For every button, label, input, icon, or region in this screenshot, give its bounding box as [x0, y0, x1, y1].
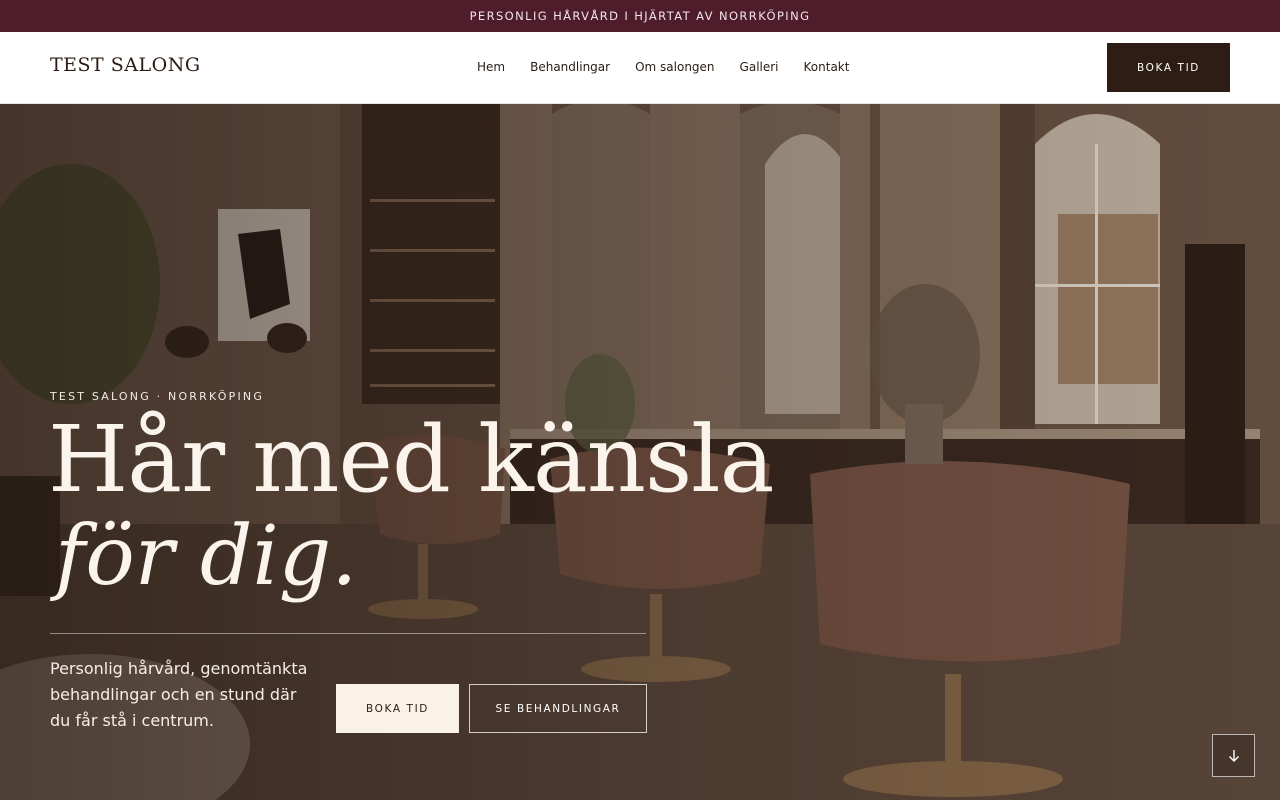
- header-book-button[interactable]: BOKA TID: [1107, 43, 1230, 92]
- announcement-bar: PERSONLIG HÅRVÅRD I HJÄRTAT AV NORRKÖPIN…: [0, 0, 1280, 32]
- nav-item-kontakt[interactable]: Kontakt: [804, 60, 850, 74]
- nav-item-hem[interactable]: Hem: [477, 60, 505, 74]
- nav-item-om-salongen[interactable]: Om salongen: [635, 60, 714, 74]
- logo[interactable]: TEST SALONG: [50, 54, 201, 76]
- announcement-text: PERSONLIG HÅRVÅRD I HJÄRTAT AV NORRKÖPIN…: [469, 9, 811, 23]
- arrow-down-icon: [1228, 749, 1239, 762]
- nav-item-behandlingar[interactable]: Behandlingar: [530, 60, 610, 74]
- hero-lede: Personlig hårvård, genomtänkta behandlin…: [50, 659, 308, 730]
- main-nav: Hem Behandlingar Om salongen Galleri Kon…: [477, 60, 849, 74]
- scroll-down-button[interactable]: [1212, 734, 1255, 777]
- nav-item-galleri[interactable]: Galleri: [740, 60, 779, 74]
- hero-headline-italic: för dig.: [55, 509, 358, 604]
- hero-headline: Hår med känsla: [48, 406, 774, 513]
- hero-section: TEST SALONG · NORRKÖPING Hår med känsla …: [0, 104, 1280, 800]
- hero-eyebrow: TEST SALONG · NORRKÖPING: [50, 390, 265, 403]
- site-header: TEST SALONG Hem Behandlingar Om salongen…: [0, 32, 1280, 104]
- hero-divider: [50, 633, 646, 634]
- hero-book-button[interactable]: BOKA TID: [336, 684, 459, 733]
- hero-treatments-button[interactable]: SE BEHANDLINGAR: [469, 684, 647, 733]
